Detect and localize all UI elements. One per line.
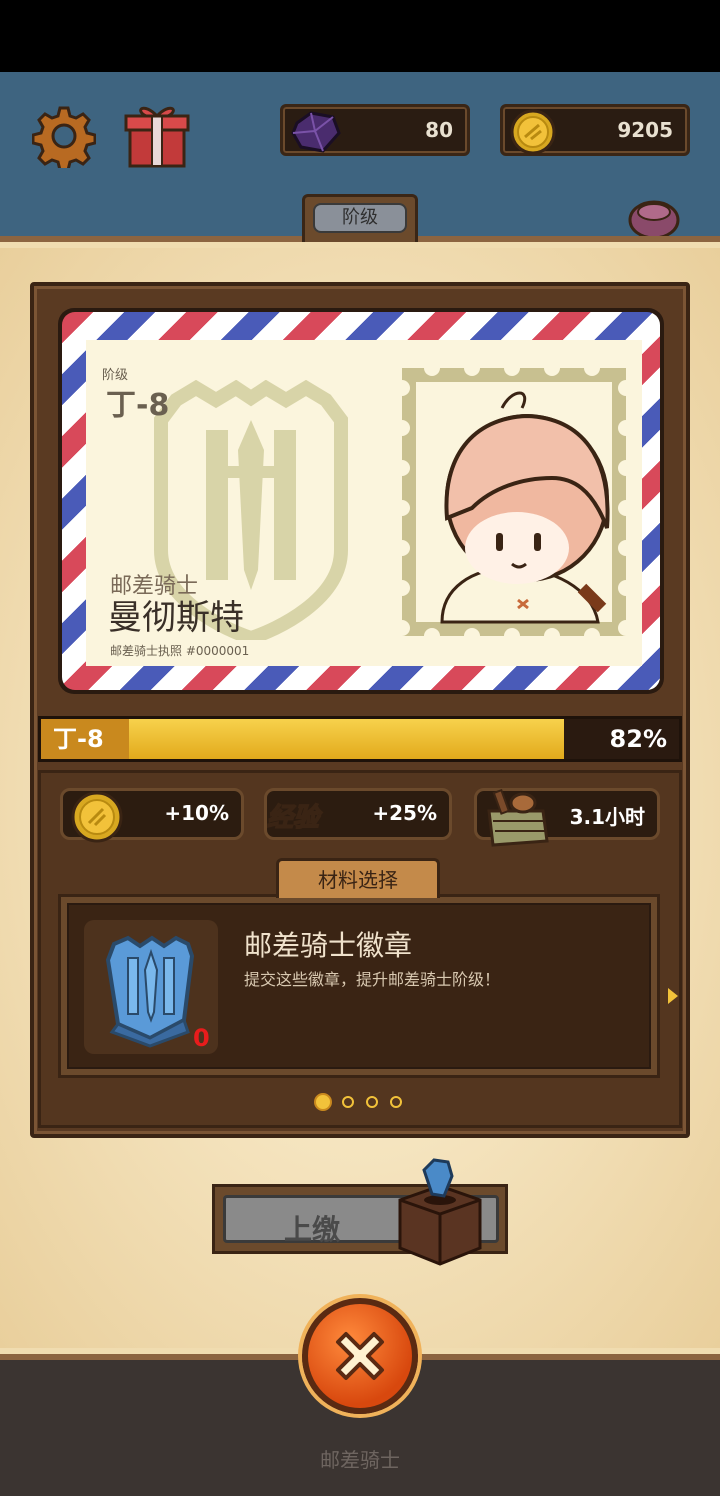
progress-percent: 82% (609, 725, 667, 753)
gold-coin-icon (509, 109, 561, 155)
gold-coin-icon (69, 789, 125, 849)
page-dot[interactable] (366, 1096, 378, 1108)
time-bonus: 3.1小时 (474, 788, 660, 847)
coin-count: 9205 (617, 118, 673, 142)
bottom-label: 邮差骑士 (320, 1448, 400, 1472)
supply-crate-icon (483, 788, 553, 853)
character-portrait-stamp (402, 368, 626, 636)
progress-level: 丁-8 (41, 719, 129, 759)
coin-bonus: +10% (60, 788, 244, 843)
exp-bonus-value: +25% (372, 801, 437, 825)
submit-label: 上缴 (284, 1213, 341, 1246)
license-card-inner: 阶级 丁-8 邮差骑士 曼彻斯特 邮差骑士执照 #0000001 (86, 340, 642, 666)
gem-counter[interactable]: 80 (280, 104, 470, 156)
close-button[interactable] (302, 1298, 418, 1414)
time-bonus-value: 3.1小时 (569, 805, 645, 829)
material-tab: 材料选择 (276, 858, 440, 898)
coin-bonus-value: +10% (164, 801, 229, 825)
license-card: 阶级 丁-8 邮差骑士 曼彻斯特 邮差骑士执照 #0000001 (58, 308, 664, 694)
rank-tab[interactable]: 阶级 (302, 194, 418, 242)
license-number: 邮差骑士执照 #0000001 (110, 644, 250, 658)
rank-progress-bar: 丁-8 82% (38, 716, 682, 762)
bag-icon[interactable] (624, 190, 688, 242)
page-dot[interactable] (342, 1096, 354, 1108)
status-bar (0, 0, 720, 72)
next-material-arrow-icon[interactable] (668, 988, 678, 1004)
material-title: 邮差骑士徽章 (244, 929, 413, 962)
character-name: 曼彻斯特 (108, 598, 244, 638)
gift-box-icon[interactable] (124, 100, 190, 170)
page-dot[interactable] (390, 1096, 402, 1108)
rank-tab-label: 阶级 (313, 203, 407, 233)
exp-label: 经验 (266, 802, 320, 834)
airmail-border: 阶级 丁-8 邮差骑士 曼彻斯特 邮差骑士执照 #0000001 (62, 312, 660, 690)
coin-counter[interactable]: 9205 (500, 104, 690, 156)
material-description: 提交这些徽章，提升邮差骑士阶级！ (244, 970, 501, 989)
exp-bonus: 经验 +25% (264, 788, 452, 840)
page-dot[interactable] (314, 1093, 332, 1111)
gem-count: 80 (425, 118, 453, 142)
settings-gear-icon[interactable] (31, 104, 97, 172)
badge-count: 0 (193, 1024, 210, 1052)
submit-box-icon (398, 1158, 482, 1266)
close-icon (336, 1332, 384, 1380)
rank-value: 丁-8 (106, 388, 170, 423)
purple-gem-icon (289, 109, 341, 155)
